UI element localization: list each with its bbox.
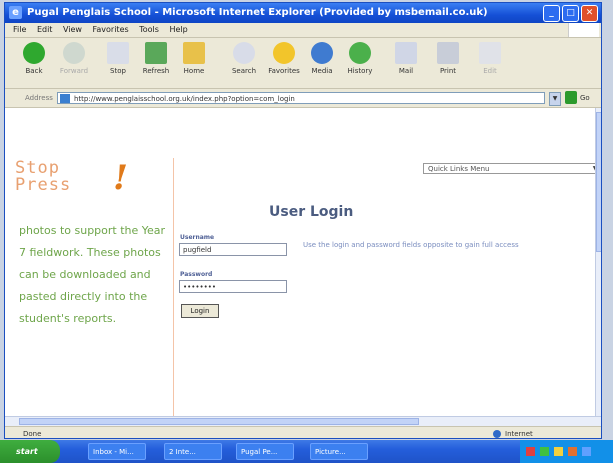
sidebar-description: photos to support the Year 7 fieldwork. … bbox=[19, 224, 166, 325]
horizontal-scroll-thumb[interactable] bbox=[19, 418, 419, 425]
username-label: Username bbox=[180, 234, 215, 241]
edit-icon bbox=[479, 42, 501, 64]
home-icon bbox=[183, 42, 205, 64]
taskbar-item-pugal[interactable]: Pugal Pe... bbox=[236, 443, 294, 460]
vertical-scroll-thumb[interactable] bbox=[596, 112, 601, 252]
column-divider bbox=[173, 158, 174, 416]
menu-edit[interactable]: Edit bbox=[37, 25, 53, 34]
address-bar: Address http://www.penglaisschool.org.uk… bbox=[5, 89, 601, 108]
maximize-button[interactable]: □ bbox=[562, 5, 579, 22]
menu-bar: File Edit View Favorites Tools Help bbox=[5, 23, 601, 38]
search-icon bbox=[233, 42, 255, 64]
search-button[interactable]: Search bbox=[227, 42, 261, 75]
horizontal-scrollbar[interactable] bbox=[5, 416, 601, 426]
tray-icon[interactable] bbox=[554, 447, 563, 456]
address-input[interactable]: http://www.penglaisschool.org.uk/index.p… bbox=[57, 92, 545, 104]
status-text: Done bbox=[23, 430, 42, 438]
close-button[interactable]: ✕ bbox=[581, 5, 598, 22]
menu-help[interactable]: Help bbox=[169, 25, 187, 34]
status-bar: Done Internet bbox=[5, 426, 601, 438]
login-button[interactable]: Login bbox=[181, 304, 219, 318]
mail-button[interactable]: Mail bbox=[389, 42, 423, 75]
tray-icon[interactable] bbox=[582, 447, 591, 456]
stop-button[interactable]: Stop bbox=[101, 42, 135, 75]
start-button[interactable]: start bbox=[0, 440, 60, 463]
home-button[interactable]: Home bbox=[177, 42, 211, 75]
windows-logo bbox=[568, 23, 599, 37]
edit-button[interactable]: Edit bbox=[473, 42, 507, 75]
forward-button[interactable]: Forward bbox=[57, 42, 91, 75]
tray-icon[interactable] bbox=[568, 447, 577, 456]
address-label: Address bbox=[25, 94, 53, 102]
taskbar: start Inbox - Mi... 2 Inte... Pugal Pe..… bbox=[0, 440, 613, 463]
window-title: Pugal Penglais School - Microsoft Intern… bbox=[27, 7, 488, 18]
go-arrow-icon[interactable] bbox=[565, 91, 577, 104]
refresh-button[interactable]: Refresh bbox=[139, 42, 173, 75]
menu-tools[interactable]: Tools bbox=[139, 25, 159, 34]
media-button[interactable]: Media bbox=[305, 42, 339, 75]
print-button[interactable]: Print bbox=[431, 42, 465, 75]
menu-file[interactable]: File bbox=[13, 25, 26, 34]
tray-icon[interactable] bbox=[540, 447, 549, 456]
security-zone: Internet bbox=[505, 430, 533, 438]
forward-icon bbox=[63, 42, 85, 64]
login-hint: Use the login and password fields opposi… bbox=[303, 241, 519, 249]
stop-press-logo: Stop Press bbox=[15, 160, 71, 194]
tray-icon[interactable] bbox=[526, 447, 535, 456]
address-url: http://www.penglaisschool.org.uk/index.p… bbox=[74, 95, 295, 103]
system-tray bbox=[520, 440, 613, 463]
favorites-star-icon bbox=[273, 42, 295, 64]
history-button[interactable]: History bbox=[343, 42, 377, 75]
address-dropdown-arrow[interactable]: ▼ bbox=[549, 92, 561, 106]
refresh-icon bbox=[145, 42, 167, 64]
page-content: Stop Press ! photos to support the Year … bbox=[5, 108, 595, 416]
username-field[interactable]: pugfield bbox=[179, 243, 287, 256]
history-icon bbox=[349, 42, 371, 64]
globe-icon bbox=[493, 430, 501, 438]
title-bar[interactable]: e Pugal Penglais School - Microsoft Inte… bbox=[5, 3, 601, 23]
taskbar-item-inbox[interactable]: Inbox - Mi... bbox=[88, 443, 146, 460]
logo-exclamation: ! bbox=[113, 158, 128, 198]
menu-view[interactable]: View bbox=[63, 25, 82, 34]
page-icon bbox=[60, 94, 70, 103]
favorites-button[interactable]: Favorites bbox=[267, 42, 301, 75]
login-heading: User Login bbox=[269, 204, 354, 220]
taskbar-item-picture[interactable]: Picture... bbox=[310, 443, 368, 460]
media-icon bbox=[311, 42, 333, 64]
logo-line-2: Press bbox=[15, 175, 72, 195]
password-field[interactable]: •••••••• bbox=[179, 280, 287, 293]
stop-icon bbox=[107, 42, 129, 64]
minimize-button[interactable]: _ bbox=[543, 5, 560, 22]
back-icon bbox=[23, 42, 45, 64]
quick-links-value: Quick Links Menu bbox=[428, 165, 490, 173]
mail-icon bbox=[395, 42, 417, 64]
print-icon bbox=[437, 42, 459, 64]
ie-icon: e bbox=[9, 6, 22, 19]
toolbar: Back Forward Stop Refresh Home Search Fa… bbox=[5, 38, 601, 89]
back-button[interactable]: Back bbox=[17, 42, 51, 75]
browser-window: e Pugal Penglais School - Microsoft Inte… bbox=[4, 2, 602, 439]
vertical-scrollbar[interactable] bbox=[595, 108, 601, 416]
taskbar-item-ie-group[interactable]: 2 Inte... bbox=[164, 443, 222, 460]
password-label: Password bbox=[180, 271, 213, 278]
menu-favorites[interactable]: Favorites bbox=[93, 25, 129, 34]
go-button[interactable]: Go bbox=[580, 94, 590, 102]
quick-links-select[interactable]: Quick Links Menu ▼ bbox=[423, 163, 595, 174]
